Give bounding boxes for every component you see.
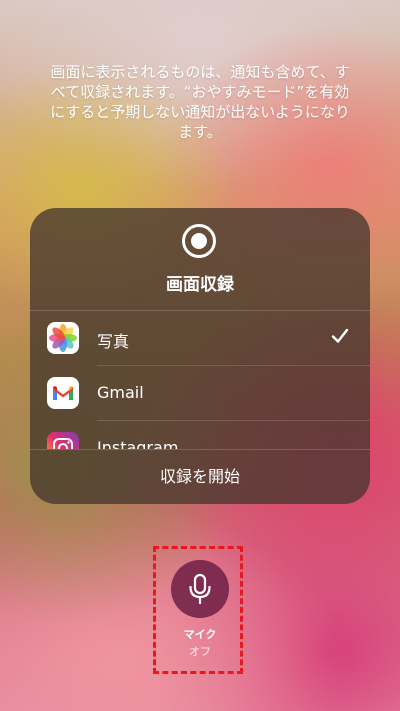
recording-notice: 画面に表示されるものは、通知も含めて、す べて収録されます。“おやすみモード”を… [36,62,364,142]
notice-line: べて収録されます。“おやすみモード”を有効 [50,83,350,101]
app-label: Gmail [97,383,144,402]
photos-icon [47,322,79,354]
notice-line: ます。 [178,123,222,141]
app-label: 写真 [97,332,130,351]
list-item-instagram[interactable]: Instagram [30,421,370,449]
instagram-icon [47,432,79,449]
notice-line: 画面に表示されるものは、通知も含めて、す [50,63,350,81]
app-list[interactable]: 写真 Gmail Instagram [30,311,370,449]
highlight-box [153,546,243,674]
notice-line: にすると予期しない通知が出ないようになり [50,103,350,121]
gmail-icon [47,377,79,409]
panel-title: 画面収録 [166,275,234,295]
record-icon [182,224,216,258]
start-recording-button[interactable]: 収録を開始 [30,449,370,504]
list-item-gmail[interactable]: Gmail [30,366,370,421]
list-item-photos[interactable]: 写真 [30,311,370,366]
app-label: Instagram [97,438,179,449]
checkmark-icon [331,328,349,343]
